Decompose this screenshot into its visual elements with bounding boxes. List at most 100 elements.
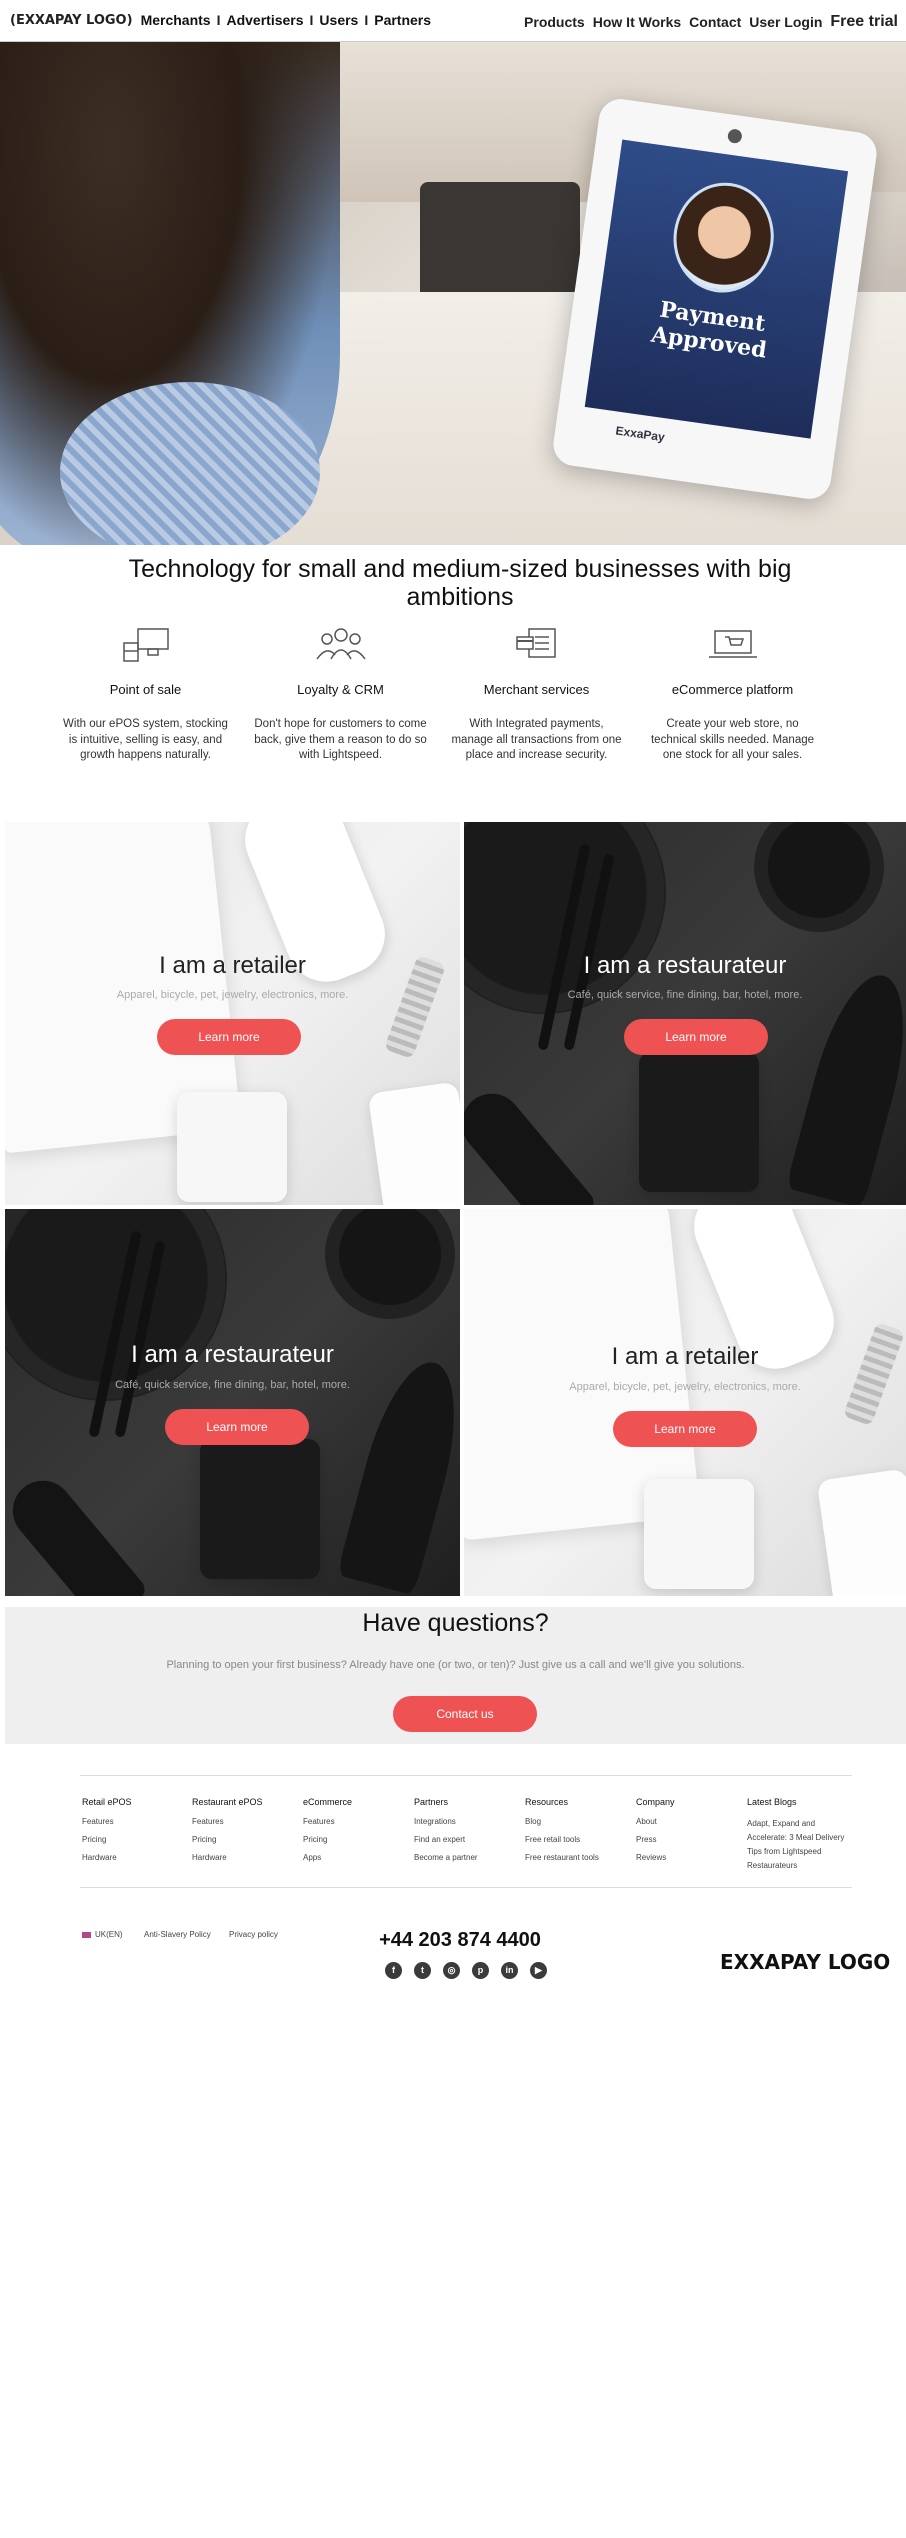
people-group-icon: [315, 628, 366, 660]
youtube-icon[interactable]: ▶: [530, 1962, 547, 1979]
terminal-screen: Payment Approved: [584, 139, 849, 439]
footer-link[interactable]: Pricing: [82, 1835, 182, 1844]
free-trial-link[interactable]: Free trial: [830, 13, 898, 31]
feature-desc: Don't hope for customers to come back, g…: [254, 718, 427, 761]
questions-heading: Have questions?: [362, 1609, 549, 1637]
footer-link[interactable]: Hardware: [82, 1853, 182, 1862]
plate-image: [5, 1209, 225, 1399]
nav-separator: I: [216, 12, 221, 28]
footer-column-company: Company About Press Reviews: [636, 1797, 736, 1871]
footer-divider: [80, 1887, 852, 1888]
footer-link[interactable]: Features: [303, 1817, 403, 1826]
feature-merchant-services: Merchant services With Integrated paymen…: [449, 625, 624, 764]
feature-title: Merchant services: [483, 682, 590, 697]
card-reader-icon: [515, 628, 556, 658]
nav-link-partners[interactable]: Partners: [374, 12, 431, 28]
nav-link-contact[interactable]: Contact: [689, 14, 741, 30]
top-nav-left: (EXXAPAY LOGO) Merchants I Advertisers I…: [10, 12, 431, 28]
payment-approved-text: Payment Approved: [649, 296, 769, 364]
learn-more-button[interactable]: Learn more: [624, 1019, 768, 1055]
features-section: Technology for small and medium-sized bu…: [0, 545, 906, 805]
uk-flag-icon: [82, 1931, 91, 1938]
linkedin-icon[interactable]: in: [501, 1962, 518, 1979]
footer-link[interactable]: Integrations: [414, 1817, 514, 1826]
learn-more-button[interactable]: Learn more: [165, 1409, 309, 1445]
footer-divider: [80, 1775, 852, 1776]
footer-column-restaurant: Restaurant ePOS Features Pricing Hardwar…: [192, 1797, 292, 1871]
footer-column-resources: Resources Blog Free retail tools Free re…: [525, 1797, 625, 1871]
footer-column-partners: Partners Integrations Find an expert Bec…: [414, 1797, 514, 1871]
footer-link[interactable]: About: [636, 1817, 736, 1826]
tile-subtitle: Apparel, bicycle, pet, jewelry, electron…: [569, 1381, 801, 1393]
footer-link[interactable]: Pricing: [192, 1835, 292, 1844]
feature-title: Loyalty & CRM: [297, 682, 384, 697]
privacy-policy-link[interactable]: Privacy policy: [229, 1930, 278, 1939]
feature-desc: With Integrated payments, manage all tra…: [451, 718, 622, 761]
tile-subtitle: Apparel, bicycle, pet, jewelry, electron…: [116, 989, 349, 1001]
footer-column-heading: Restaurant ePOS: [192, 1797, 263, 1807]
footer-link[interactable]: Press: [636, 1835, 736, 1844]
facebook-icon[interactable]: f: [385, 1962, 402, 1979]
learn-more-button[interactable]: Learn more: [613, 1411, 757, 1447]
bottle-image: [464, 1081, 599, 1205]
blog-post-link[interactable]: Adapt, Expand and Accelerate: 3 Meal Del…: [747, 1817, 852, 1873]
phone-image: [367, 1081, 460, 1205]
nav-link-merchants[interactable]: Merchants: [141, 12, 211, 28]
footer-column-heading: Partners: [414, 1797, 449, 1807]
footer-link[interactable]: Apps: [303, 1853, 403, 1862]
tile-title: I am a retailer: [611, 1343, 759, 1370]
footer-link[interactable]: Hardware: [192, 1853, 292, 1862]
questions-text: Planning to open your first business? Al…: [166, 1659, 745, 1671]
footer-column-heading: eCommerce: [303, 1797, 353, 1807]
footer-link[interactable]: Features: [82, 1817, 182, 1826]
anti-slavery-link[interactable]: Anti-Slavery Policy: [144, 1930, 211, 1939]
terminal-brand: ExxaPay: [614, 423, 666, 445]
phone-number[interactable]: +44 203 874 4400: [370, 1929, 550, 1952]
features-heading: Technology for small and medium-sized bu…: [128, 555, 792, 611]
footer-column-heading: Resources: [525, 1797, 569, 1807]
face-avatar: [666, 176, 781, 300]
footer-link[interactable]: Free retail tools: [525, 1835, 625, 1844]
footer-link[interactable]: Free restaurant tools: [525, 1853, 625, 1862]
social-links: f t ◎ p in ▶: [385, 1962, 547, 1979]
feature-point-of-sale: Point of sale With our ePOS system, stoc…: [58, 625, 233, 764]
footer-column-blogs: Latest Blogs Adapt, Expand and Accelerat…: [747, 1797, 852, 1877]
footer-link[interactable]: Blog: [525, 1817, 625, 1826]
nav-link-how-it-works[interactable]: How It Works: [593, 14, 681, 30]
tile-title: I am a restaurateur: [583, 952, 787, 979]
footer-link[interactable]: Pricing: [303, 1835, 403, 1844]
restaurateur-tile: I am a restaurateur Café, quick service,…: [464, 822, 906, 1205]
hero-image: Payment Approved ExxaPay: [0, 42, 906, 545]
nav-link-products[interactable]: Products: [524, 14, 585, 30]
footer-link[interactable]: Features: [192, 1817, 292, 1826]
jar-image: [177, 1092, 287, 1202]
footer-link[interactable]: Become a partner: [414, 1853, 514, 1862]
restaurateur-tile: I am a restaurateur Café, quick service,…: [5, 1209, 460, 1596]
twitter-icon[interactable]: t: [414, 1962, 431, 1979]
footer-link[interactable]: Reviews: [636, 1853, 736, 1862]
learn-more-button[interactable]: Learn more: [157, 1019, 301, 1055]
black-jar-image: [639, 1052, 759, 1192]
footer-link[interactable]: Find an expert: [414, 1835, 514, 1844]
plate-image: [464, 822, 664, 1012]
retailer-tile: I am a retailer Apparel, bicycle, pet, j…: [464, 1209, 906, 1596]
phone-image: [816, 1468, 906, 1596]
instagram-icon[interactable]: ◎: [443, 1962, 460, 1979]
footer-column-heading: Latest Blogs: [747, 1797, 797, 1807]
header-logo[interactable]: (EXXAPAY LOGO): [10, 13, 133, 28]
pinterest-icon[interactable]: p: [472, 1962, 489, 1979]
footer-logo[interactable]: EXXAPAY LOGO: [720, 1950, 890, 1974]
nav-link-advertisers[interactable]: Advertisers: [226, 12, 303, 28]
footer-column-heading: Company: [636, 1797, 675, 1807]
nav-link-users[interactable]: Users: [319, 12, 358, 28]
cup-image: [325, 1209, 455, 1319]
contact-us-button[interactable]: Contact us: [393, 1696, 537, 1732]
nav-link-user-login[interactable]: User Login: [749, 14, 822, 30]
glass-image: [785, 965, 906, 1205]
camera-icon: [726, 128, 743, 145]
top-nav-right: Products How It Works Contact User Login…: [524, 13, 898, 31]
feature-desc: With our ePOS system, stocking is intuit…: [63, 718, 228, 761]
top-nav: (EXXAPAY LOGO) Merchants I Advertisers I…: [0, 0, 906, 42]
feature-loyalty-crm: Loyalty & CRM Don't hope for customers t…: [253, 625, 428, 764]
locale-selector[interactable]: UK(EN): [82, 1930, 123, 1939]
